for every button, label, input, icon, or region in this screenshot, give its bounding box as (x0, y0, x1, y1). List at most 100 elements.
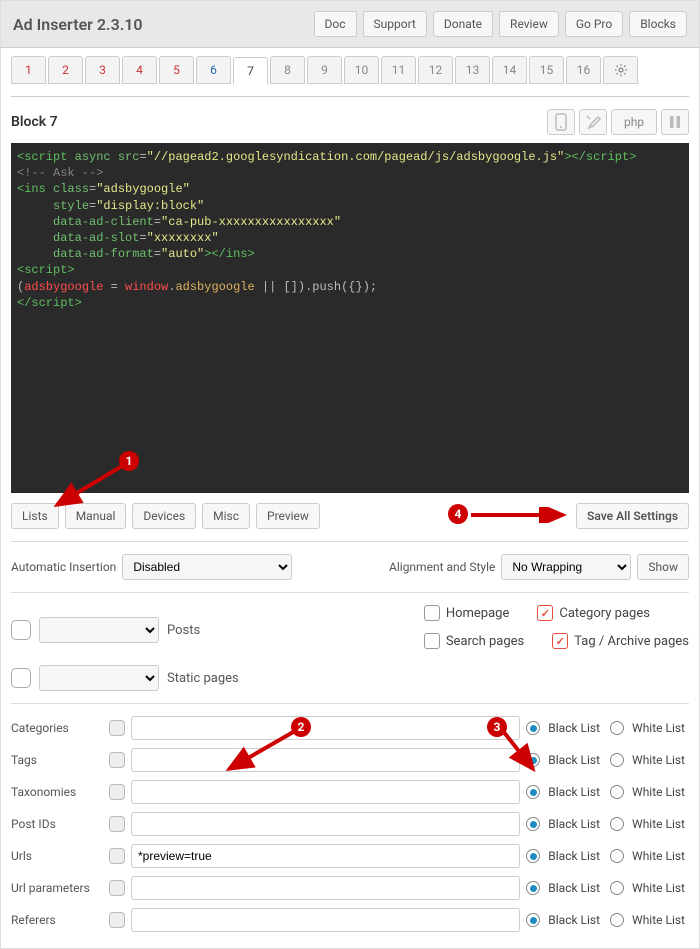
list-label: Categories (11, 721, 103, 735)
show-button[interactable]: Show (637, 554, 689, 580)
block-name[interactable]: Block 7 (11, 114, 58, 130)
block-tab-11[interactable]: 11 (381, 56, 416, 84)
search-checkbox[interactable]: ✓ (424, 633, 440, 649)
block-tab-1[interactable]: 1 (11, 56, 46, 84)
list-toggle[interactable] (109, 784, 125, 800)
white-list-radio[interactable] (610, 721, 624, 735)
device-icon-button[interactable] (547, 109, 575, 135)
list-input[interactable] (131, 876, 520, 900)
black-list-radio[interactable] (526, 753, 540, 767)
white-list-radio[interactable] (610, 913, 624, 927)
misc-button[interactable]: Misc (202, 503, 250, 529)
black-list-radio[interactable] (526, 785, 540, 799)
posts-label: Posts (167, 623, 200, 638)
white-list-radio[interactable] (610, 849, 624, 863)
block-tab-14[interactable]: 14 (492, 56, 527, 84)
white-list-label: White List (632, 753, 685, 767)
tag-label: Tag / Archive pages (574, 634, 689, 649)
list-toggle[interactable] (109, 912, 125, 928)
manual-button[interactable]: Manual (65, 503, 127, 529)
block-tab-4[interactable]: 4 (122, 56, 157, 84)
homepage-checkbox[interactable]: ✓ (424, 605, 440, 621)
white-list-label: White List (632, 881, 685, 895)
block-tab-6[interactable]: 6 (196, 56, 231, 84)
white-list-radio[interactable] (610, 785, 624, 799)
block-tab-13[interactable]: 13 (455, 56, 490, 84)
black-list-label: Black List (548, 785, 600, 799)
black-list-radio[interactable] (526, 881, 540, 895)
gopro-button[interactable]: Go Pro (565, 11, 623, 37)
tag-checkbox[interactable]: ✓ (552, 633, 568, 649)
list-row-taxonomies: Taxonomies Black List White List (11, 780, 689, 804)
list-input[interactable] (131, 812, 520, 836)
white-list-radio[interactable] (610, 881, 624, 895)
doc-button[interactable]: Doc (314, 11, 357, 37)
block-tab-7[interactable]: 7 (233, 57, 268, 85)
review-button[interactable]: Review (499, 11, 559, 37)
list-label: Referers (11, 913, 103, 927)
black-list-label: Black List (548, 817, 600, 831)
white-list-radio[interactable] (610, 817, 624, 831)
save-all-button[interactable]: Save All Settings (576, 503, 689, 529)
code-editor[interactable]: <script async src="//pagead2.googlesyndi… (11, 143, 689, 493)
blocks-button[interactable]: Blocks (629, 11, 687, 37)
tools-icon-button[interactable] (579, 109, 607, 135)
devices-button[interactable]: Devices (132, 503, 196, 529)
white-list-label: White List (632, 785, 685, 799)
category-checkbox[interactable]: ✓ (537, 605, 553, 621)
list-input[interactable] (131, 844, 520, 868)
homepage-label: Homepage (446, 606, 510, 621)
url-lists: CategoriesBlack ListWhite ListTagsBlack … (11, 716, 689, 932)
list-input[interactable] (131, 908, 520, 932)
black-list-label: Black List (548, 753, 600, 767)
settings-tab[interactable] (603, 56, 638, 84)
black-list-radio[interactable] (526, 849, 540, 863)
php-toggle-button[interactable]: php (611, 109, 657, 135)
white-list-radio[interactable] (610, 753, 624, 767)
category-label: Category pages (559, 606, 650, 621)
list-toggle[interactable] (109, 720, 125, 736)
block-tab-9[interactable]: 9 (307, 56, 342, 84)
posts-select[interactable] (39, 617, 159, 643)
block-tab-12[interactable]: 12 (418, 56, 453, 84)
block-tab-8[interactable]: 8 (270, 56, 305, 84)
list-input[interactable] (131, 780, 520, 804)
black-list-radio[interactable] (526, 721, 540, 735)
static-select[interactable] (39, 665, 159, 691)
auto-insertion-select[interactable]: Disabled (122, 554, 292, 580)
preview-button[interactable]: Preview (256, 503, 320, 529)
static-enable-checkbox[interactable] (11, 668, 31, 688)
block-tab-16[interactable]: 16 (566, 56, 601, 84)
block-tab-2[interactable]: 2 (48, 56, 83, 84)
donate-button[interactable]: Donate (433, 11, 493, 37)
list-row-post-ids: Post IDsBlack ListWhite List (11, 812, 689, 836)
list-label: Taxonomies (11, 785, 103, 799)
list-row-tags: TagsBlack ListWhite List (11, 748, 689, 772)
black-list-label: Black List (548, 913, 600, 927)
top-bar: Ad Inserter 2.3.10 Doc Support Donate Re… (1, 1, 699, 48)
list-label: Url parameters (11, 881, 103, 895)
support-button[interactable]: Support (363, 11, 427, 37)
black-list-radio[interactable] (526, 817, 540, 831)
lists-button[interactable]: Lists (11, 503, 59, 529)
search-label: Search pages (446, 634, 524, 649)
plugin-title: Ad Inserter 2.3.10 (13, 15, 143, 34)
list-toggle[interactable] (109, 880, 125, 896)
list-label: Urls (11, 849, 103, 863)
list-input[interactable] (131, 748, 520, 772)
block-tab-15[interactable]: 15 (529, 56, 564, 84)
posts-enable-checkbox[interactable] (11, 620, 31, 640)
list-input[interactable] (131, 716, 520, 740)
list-row-categories: CategoriesBlack ListWhite List (11, 716, 689, 740)
black-list-label: Black List (548, 721, 600, 735)
block-tab-3[interactable]: 3 (85, 56, 120, 84)
block-tab-5[interactable]: 5 (159, 56, 194, 84)
black-list-label: Black List (548, 849, 600, 863)
alignment-select[interactable]: No Wrapping (501, 554, 631, 580)
list-row-urls: UrlsBlack ListWhite List (11, 844, 689, 868)
list-toggle[interactable] (109, 752, 125, 768)
pause-icon-button[interactable] (661, 109, 689, 135)
block-tab-10[interactable]: 10 (344, 56, 379, 84)
black-list-radio[interactable] (526, 913, 540, 927)
list-toggle[interactable] (109, 816, 125, 832)
